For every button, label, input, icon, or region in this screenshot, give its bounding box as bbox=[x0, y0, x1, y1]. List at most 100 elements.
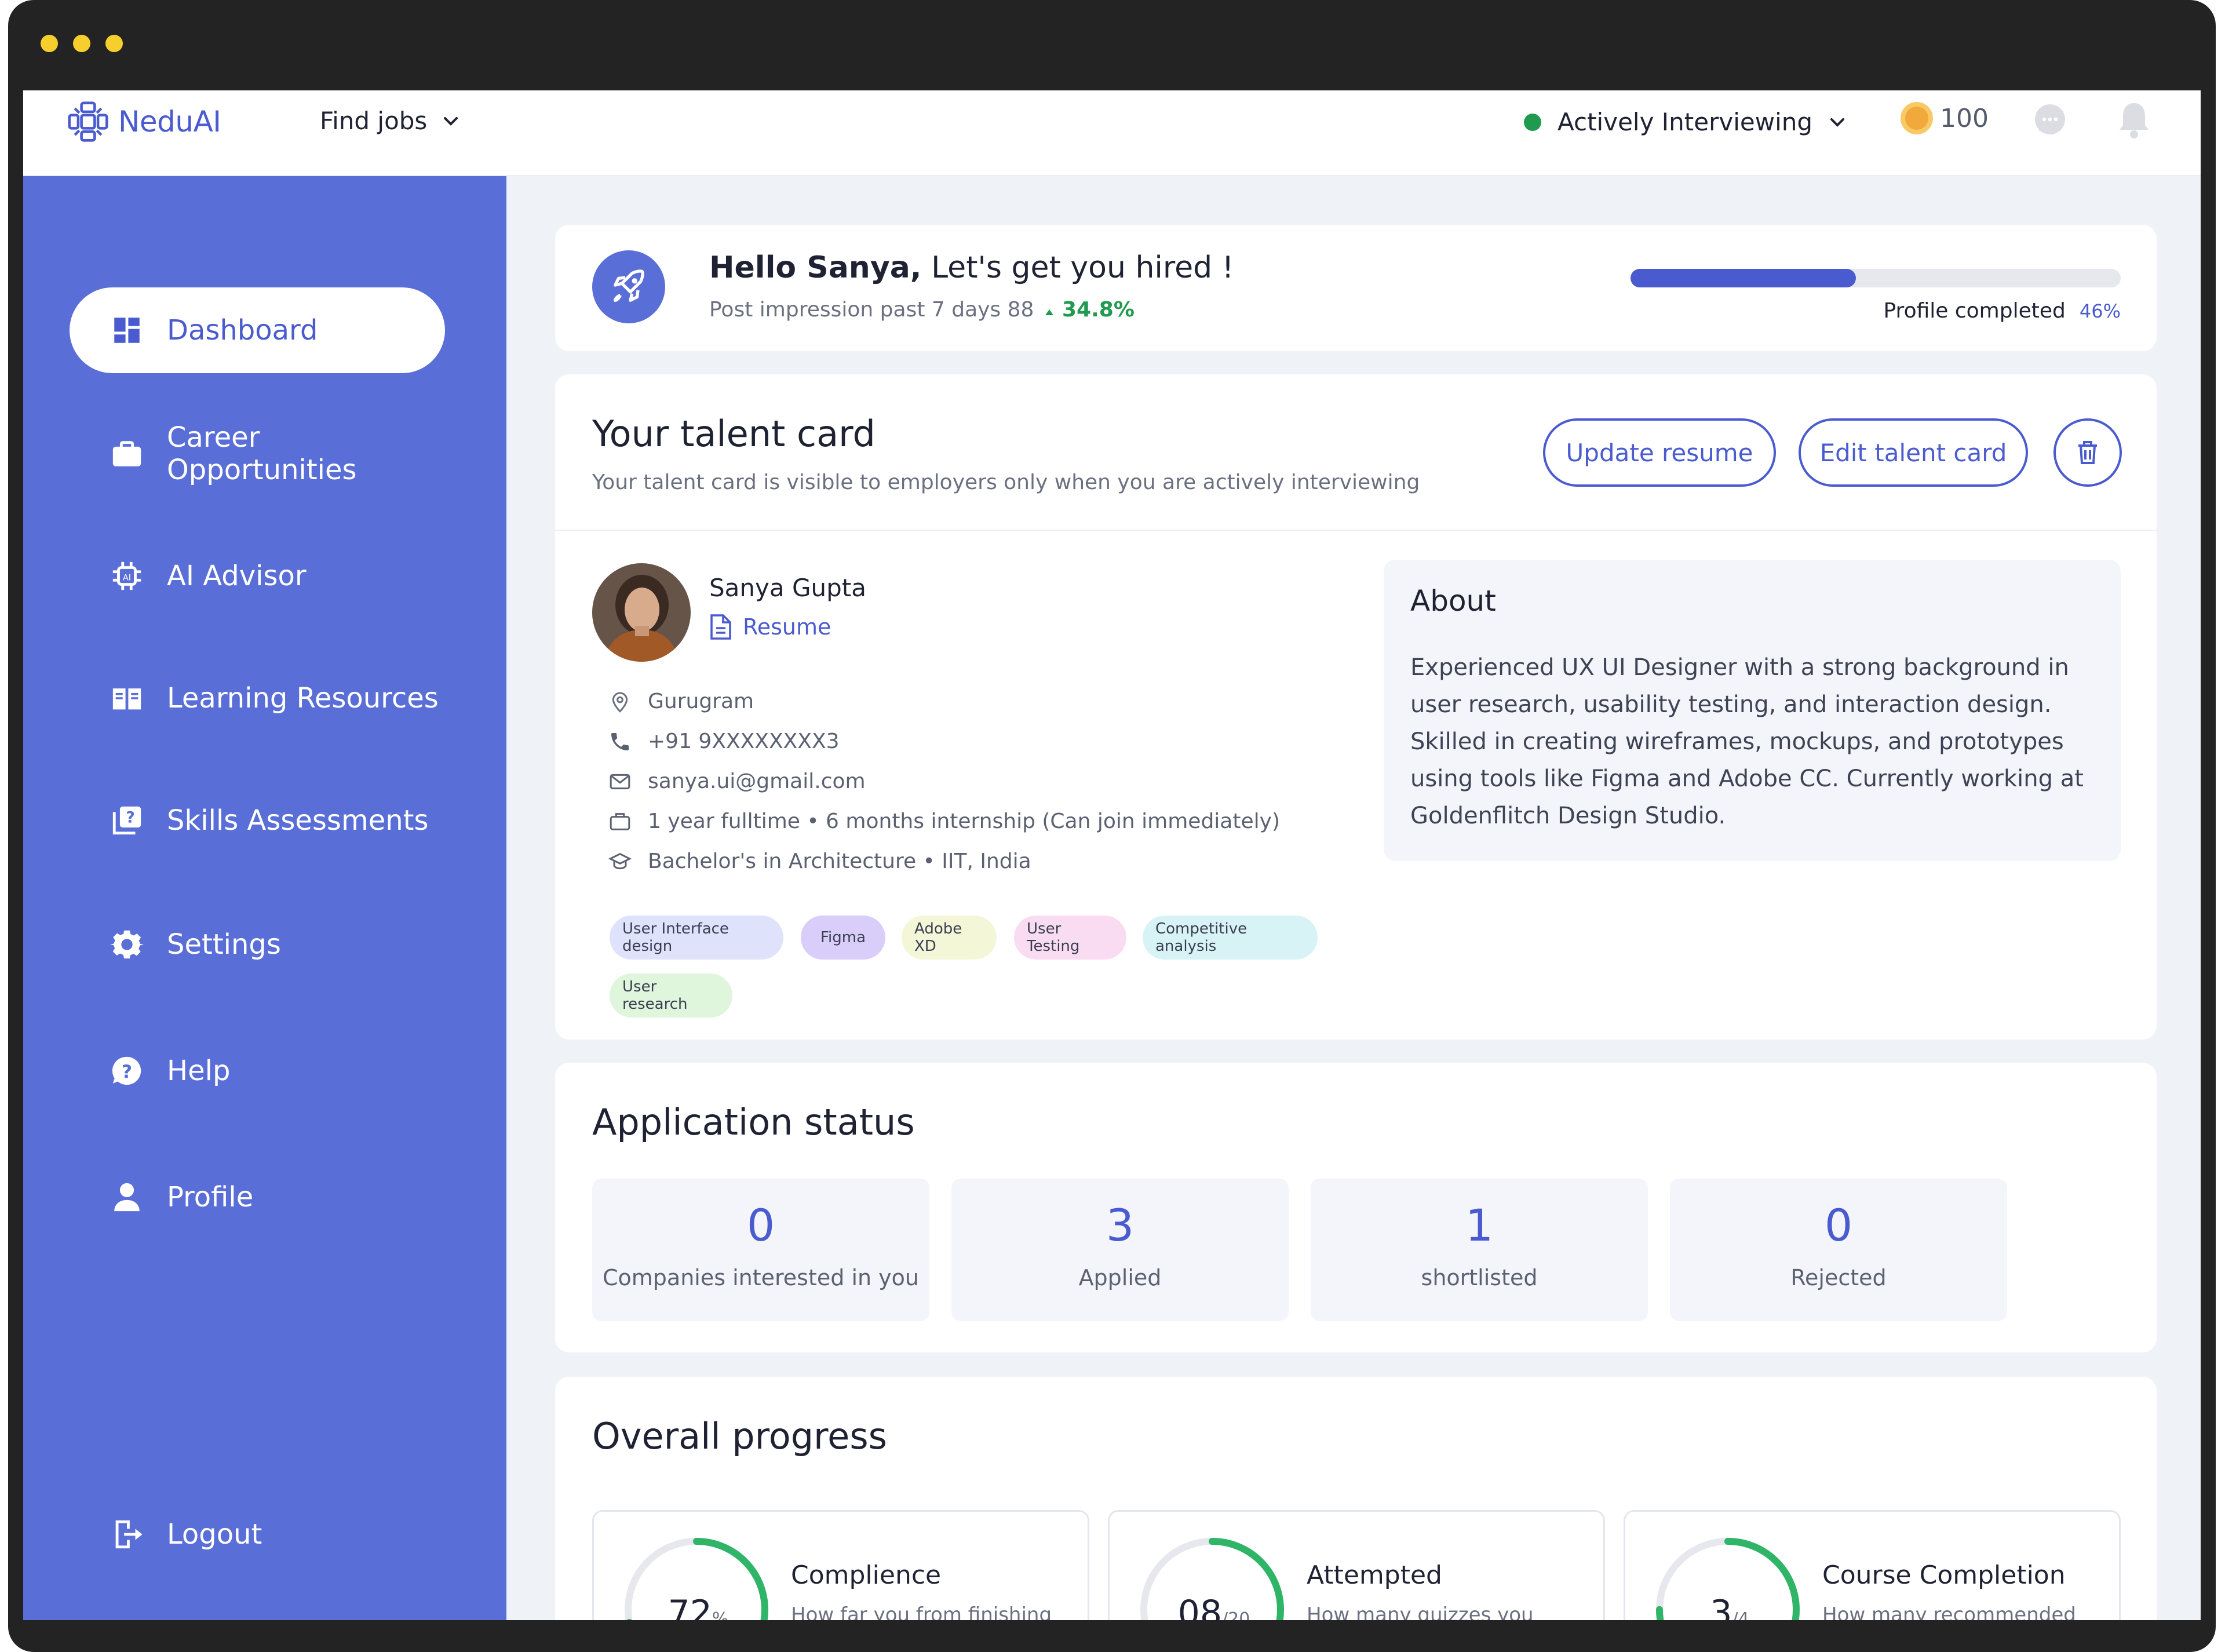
experience-text: 1 year fulltime • 6 months internship (C… bbox=[648, 809, 1280, 833]
impression-change-value: 34.8% bbox=[1062, 298, 1135, 322]
chevron-down-icon bbox=[444, 116, 458, 126]
sidebar-item-ai-advisor[interactable]: AI AI Advisor bbox=[70, 533, 445, 619]
avatar bbox=[592, 563, 691, 662]
progress-card-course-completion[interactable]: 3/4 Course Completion How many recommend… bbox=[1624, 1510, 2121, 1620]
mail-icon bbox=[610, 774, 630, 789]
sidebar-item-label: AI Advisor bbox=[167, 560, 307, 592]
stat-applied[interactable]: 3 Applied bbox=[951, 1179, 1289, 1321]
sidebar-item-logout[interactable]: Logout bbox=[70, 1491, 445, 1577]
interview-status-dropdown[interactable]: Actively Interviewing bbox=[1524, 108, 1846, 136]
skill-tag: Competitive analysis bbox=[1143, 916, 1318, 960]
phone-row: +91 9XXXXXXXX3 bbox=[608, 730, 840, 753]
coin-balance[interactable]: 100 bbox=[1901, 102, 1989, 134]
graduation-cap-icon bbox=[608, 852, 632, 869]
briefcase-icon bbox=[112, 441, 141, 466]
stat-label: shortlisted bbox=[1421, 1265, 1538, 1290]
skill-tag: Adobe XD bbox=[902, 916, 997, 960]
dashboard-icon bbox=[114, 318, 140, 343]
location-text: Gurugram bbox=[648, 690, 754, 713]
edit-talent-card-button[interactable]: Edit talent card bbox=[1799, 418, 2028, 487]
delete-button[interactable] bbox=[2053, 418, 2122, 487]
progress-unit: % bbox=[712, 1609, 729, 1620]
rocket-icon bbox=[592, 250, 665, 323]
find-jobs-dropdown[interactable]: Find jobs bbox=[320, 107, 459, 135]
progress-subtitle: How far you from finishing bbox=[791, 1603, 1052, 1620]
stat-value: 0 bbox=[1824, 1199, 1853, 1251]
progress-card-attempted[interactable]: 08/20 Attempted How many quizzes you bbox=[1108, 1510, 1605, 1620]
sidebar-item-profile[interactable]: Profile bbox=[70, 1154, 445, 1240]
help-icon: ? bbox=[112, 1056, 141, 1085]
window-controls bbox=[41, 35, 123, 52]
experience-row: 1 year fulltime • 6 months internship (C… bbox=[608, 809, 1280, 833]
resume-link[interactable]: Resume bbox=[709, 613, 831, 641]
skill-tag: User Testing bbox=[1014, 916, 1126, 960]
stat-value: 1 bbox=[1465, 1199, 1494, 1251]
briefcase-outline-icon bbox=[610, 812, 630, 830]
minimize-dot[interactable] bbox=[73, 35, 90, 52]
update-resume-button[interactable]: Update resume bbox=[1543, 418, 1776, 487]
sidebar-item-skills-assessments[interactable]: ? Skills Assessments bbox=[70, 778, 445, 863]
logout-icon bbox=[115, 1520, 143, 1549]
logo-text: NeduAI bbox=[118, 105, 221, 138]
profile-completed-label: Profile completed bbox=[1883, 299, 2066, 323]
sidebar-item-career-opportunities[interactable]: Career Opportunities bbox=[70, 411, 445, 497]
candidate-name: Sanya Gupta bbox=[709, 574, 866, 602]
progress-card-compliance[interactable]: 72% Complience How far you from finishin… bbox=[592, 1510, 1089, 1620]
skill-tag: User Interface design bbox=[610, 916, 783, 960]
progress-unit: /20 bbox=[1222, 1609, 1250, 1620]
sidebar-item-label: Career Opportunities bbox=[167, 421, 357, 486]
gear-icon bbox=[110, 930, 144, 959]
window-frame: NeduAI Find jobs Actively Interviewing 1… bbox=[0, 0, 2225, 1652]
impression-text: Post impression past 7 days 88 bbox=[709, 298, 1034, 322]
chat-icon[interactable] bbox=[2031, 102, 2069, 139]
skill-tag: User research bbox=[610, 973, 732, 1018]
profile-progress-bar bbox=[1631, 269, 2121, 287]
maximize-dot[interactable] bbox=[105, 35, 123, 52]
logo-icon bbox=[68, 101, 108, 142]
svg-text:?: ? bbox=[122, 1062, 132, 1082]
about-panel: About Experienced UX UI Designer with a … bbox=[1384, 560, 2121, 861]
overall-progress-title: Overall progress bbox=[592, 1415, 887, 1457]
stat-shortlisted[interactable]: 1 shortlisted bbox=[1311, 1179, 1648, 1321]
divider bbox=[555, 530, 2157, 531]
app-window: NeduAI Find jobs Actively Interviewing 1… bbox=[8, 0, 2216, 1652]
status-dot-icon bbox=[1524, 113, 1541, 131]
about-text: Experienced UX UI Designer with a strong… bbox=[1410, 654, 2084, 829]
progress-value: 72% bbox=[634, 1593, 762, 1620]
svg-text:AI: AI bbox=[123, 573, 131, 582]
stat-rejected[interactable]: 0 Rejected bbox=[1670, 1179, 2007, 1321]
sidebar-item-learning-resources[interactable]: Learning Resources bbox=[70, 655, 445, 741]
education-row: Bachelor's in Architecture • IIT, India bbox=[608, 849, 1031, 873]
trend-up-icon bbox=[1045, 309, 1054, 315]
progress-number: 08 bbox=[1177, 1593, 1223, 1620]
application-status-title: Application status bbox=[592, 1101, 915, 1143]
sidebar-item-label: Settings bbox=[167, 928, 281, 961]
close-dot[interactable] bbox=[41, 35, 58, 52]
welcome-heading: Hello Sanya, Let's get you hired ! bbox=[709, 250, 1234, 285]
sidebar-item-label: Help bbox=[167, 1055, 231, 1087]
sidebar-item-help[interactable]: ? Help bbox=[70, 1028, 445, 1114]
sidebar-item-label: Logout bbox=[167, 1518, 262, 1551]
sidebar-item-label: Learning Resources bbox=[167, 682, 439, 714]
progress-title: Course Completion bbox=[1822, 1560, 2066, 1590]
impression-change: 34.8% bbox=[1044, 298, 1135, 322]
profile-completed-pct: 46% bbox=[2079, 300, 2121, 322]
coin-icon bbox=[1901, 102, 1933, 134]
top-bar: NeduAI Find jobs Actively Interviewing 1… bbox=[23, 90, 2201, 176]
education-text: Bachelor's in Architecture • IIT, India bbox=[648, 849, 1031, 873]
welcome-message: Let's get you hired ! bbox=[931, 250, 1234, 285]
bell-icon[interactable] bbox=[2116, 100, 2152, 140]
impression-stats: Post impression past 7 days 88 34.8% bbox=[709, 298, 1135, 322]
logo[interactable]: NeduAI bbox=[66, 100, 221, 144]
profile-progress-fill bbox=[1631, 269, 1856, 287]
stat-companies-interested[interactable]: 0 Companies interested in you bbox=[592, 1179, 929, 1321]
progress-subtitle: How many recommended bbox=[1822, 1603, 2076, 1620]
sidebar-item-settings[interactable]: Settings bbox=[70, 902, 445, 987]
document-icon bbox=[710, 614, 731, 640]
sidebar-item-dashboard[interactable]: Dashboard bbox=[70, 287, 445, 373]
phone-icon bbox=[611, 732, 629, 750]
resume-label: Resume bbox=[743, 614, 831, 640]
welcome-name: Hello Sanya, bbox=[709, 250, 922, 285]
svg-text:?: ? bbox=[126, 809, 134, 827]
talent-card-title: Your talent card bbox=[592, 413, 876, 455]
